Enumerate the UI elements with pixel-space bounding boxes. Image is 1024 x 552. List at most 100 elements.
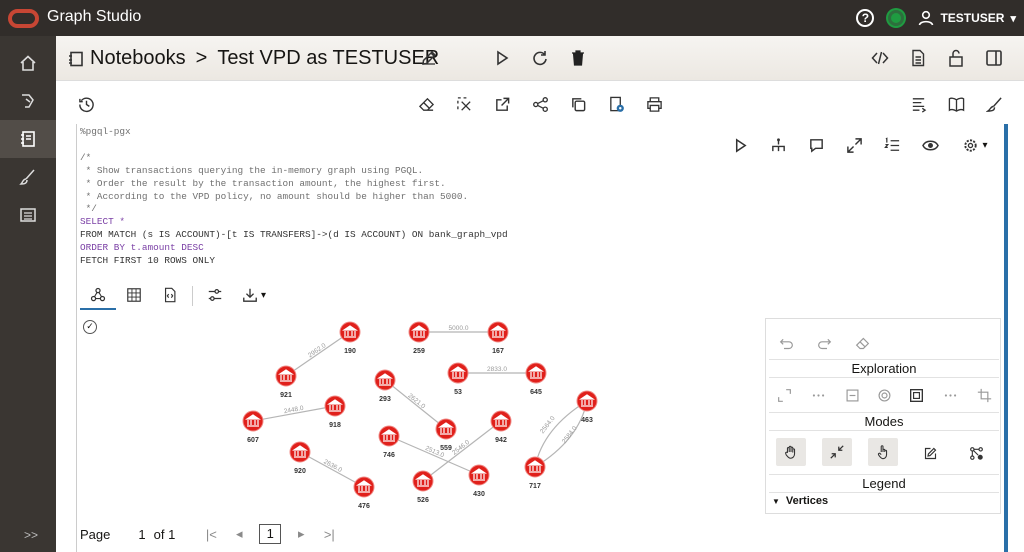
user-name: TESTUSER <box>940 11 1005 25</box>
run-all-button[interactable] <box>492 48 512 68</box>
expand-cell-button[interactable] <box>844 135 864 155</box>
graph-node[interactable]: 559 <box>435 418 457 452</box>
print-button[interactable] <box>644 94 664 114</box>
graph-node[interactable]: 717 <box>524 456 546 490</box>
sidebar-item-models[interactable] <box>0 82 56 120</box>
code-icon <box>871 51 889 65</box>
last-page-button[interactable]: >| <box>315 527 343 542</box>
duplicate-button[interactable] <box>568 94 588 114</box>
graph-node[interactable]: 920 <box>289 441 311 475</box>
clear-graph-button[interactable] <box>850 331 874 355</box>
legend-vertices[interactable]: ▼ Vertices <box>772 495 828 507</box>
focus-button[interactable] <box>872 383 896 407</box>
page-input[interactable]: 1 <box>259 524 282 544</box>
node-label: 430 <box>473 491 485 498</box>
read-mode-button[interactable] <box>946 94 966 114</box>
comment-button[interactable] <box>806 135 826 155</box>
hierarchy-icon <box>771 137 785 151</box>
graph-node[interactable]: 476 <box>353 476 375 510</box>
graph-node[interactable]: 645 <box>525 362 547 396</box>
mode-path-button[interactable] <box>964 441 988 465</box>
node-label: 167 <box>492 348 504 355</box>
sidebar-item-home[interactable] <box>0 44 56 82</box>
sliders-icon <box>208 289 222 301</box>
graph-node[interactable]: 190 <box>339 321 361 355</box>
mode-edit-button[interactable] <box>918 441 942 465</box>
document-button[interactable] <box>908 48 928 68</box>
chevron-down-icon: ▾ <box>260 289 267 301</box>
redo-button[interactable] <box>812 331 836 355</box>
crop-button[interactable] <box>972 383 996 407</box>
unlock-button[interactable] <box>946 48 966 68</box>
edge-label: 5000.0 <box>449 325 469 332</box>
status-icon[interactable] <box>888 10 905 26</box>
sidebar-item-jobs[interactable] <box>0 196 56 234</box>
code-view-button[interactable] <box>870 48 890 68</box>
graph-node[interactable]: 918 <box>324 395 346 429</box>
visibility-button[interactable] <box>920 135 940 155</box>
graph-node[interactable]: 607 <box>242 410 264 444</box>
graph-cell-button[interactable] <box>768 135 788 155</box>
gear-icon <box>964 138 978 152</box>
breadcrumb-root[interactable]: Notebooks <box>90 47 186 70</box>
toggle-panel-button[interactable] <box>984 48 1004 68</box>
sidebar-item-templates[interactable] <box>0 158 56 196</box>
toggle-code-button[interactable] <box>908 94 928 114</box>
chevron-down-icon[interactable]: ▾ <box>1010 12 1016 25</box>
user-menu[interactable]: TESTUSER ▾ <box>918 10 1016 26</box>
line-numbers-button[interactable] <box>882 135 902 155</box>
notebook-settings-button[interactable] <box>606 94 626 114</box>
delete-button[interactable] <box>568 48 588 68</box>
help-icon[interactable]: ? <box>856 9 875 27</box>
graph-settings-button[interactable] <box>197 282 233 310</box>
history-button[interactable] <box>76 94 96 114</box>
collapse-button[interactable] <box>840 383 864 407</box>
next-page-button[interactable]: ▸ <box>287 526 315 542</box>
graph-canvas[interactable]: 2962.05000.02833.02448.0 2621.02546.02513… <box>80 315 760 515</box>
previous-page-button[interactable]: ◂ <box>225 526 253 542</box>
more-button[interactable] <box>806 383 830 407</box>
oracle-logo[interactable] <box>8 9 39 28</box>
edit-title-button[interactable] <box>419 48 439 68</box>
graph-node[interactable]: 167 <box>487 321 509 355</box>
expand-button[interactable] <box>772 383 796 407</box>
tab-table[interactable] <box>116 282 152 310</box>
undo-button[interactable] <box>774 331 798 355</box>
graph-node[interactable]: 921 <box>275 365 297 399</box>
share-button[interactable] <box>530 94 550 114</box>
export-button[interactable] <box>492 94 512 114</box>
theme-button[interactable] <box>984 94 1004 114</box>
cell-settings-button[interactable]: ▾ <box>957 135 993 155</box>
mode-pan-button[interactable] <box>776 438 806 466</box>
refresh-button[interactable] <box>530 48 550 68</box>
tab-json[interactable] <box>152 282 188 310</box>
graph-node[interactable]: 259 <box>408 321 430 355</box>
tab-graph[interactable] <box>80 282 116 310</box>
graph-node[interactable]: 942 <box>490 410 512 444</box>
graph-node[interactable]: 526 <box>412 470 434 504</box>
graph-node[interactable]: 746 <box>378 425 400 459</box>
group-button[interactable] <box>904 383 928 407</box>
page-label: Page <box>80 526 111 542</box>
ellipsis-icon <box>812 393 824 397</box>
code-editor[interactable]: %pgql-pgx /* * Show transactions queryin… <box>80 126 710 268</box>
first-page-button[interactable]: |< <box>197 527 225 542</box>
graph-node[interactable]: 463 <box>576 390 598 424</box>
clear-output-button[interactable] <box>416 94 436 114</box>
mode-shrink-button[interactable] <box>822 438 852 466</box>
download-button[interactable]: ▾ <box>233 282 275 310</box>
sidebar-item-notebooks[interactable] <box>0 120 56 158</box>
node-label: 942 <box>495 437 507 444</box>
run-cell-button[interactable] <box>730 135 750 155</box>
code-line: */ <box>80 203 97 215</box>
graph-node[interactable]: 293 <box>374 369 396 403</box>
mode-select-button[interactable] <box>868 438 898 466</box>
graph-node[interactable]: 53 <box>447 362 469 396</box>
vertices-label: Vertices <box>785 495 829 507</box>
more-options-button[interactable] <box>938 383 962 407</box>
expand-sidebar-icon[interactable]: >> <box>24 528 38 542</box>
graph-node[interactable]: 430 <box>468 464 490 498</box>
clear-selection-button[interactable] <box>454 94 474 114</box>
document-icon <box>912 49 925 67</box>
page-number: 1 <box>138 526 146 542</box>
